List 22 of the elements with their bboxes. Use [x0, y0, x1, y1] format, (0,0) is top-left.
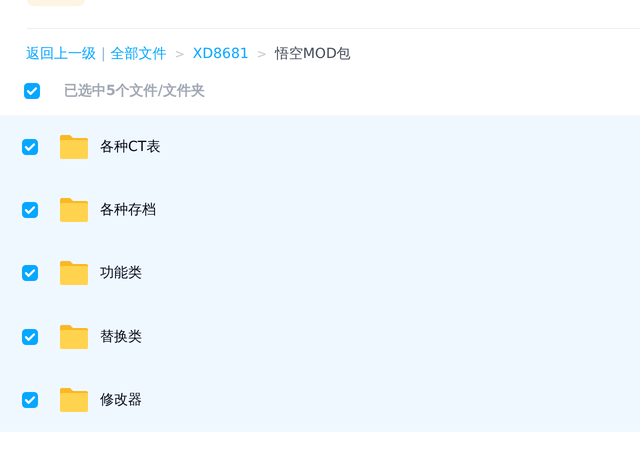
folder-name[interactable]: 功能类	[100, 264, 142, 282]
folder-name[interactable]: 替换类	[100, 328, 142, 346]
separator: |	[101, 46, 106, 62]
row-checkbox[interactable]	[22, 202, 38, 218]
selection-count: 已选中5个文件/文件夹	[64, 82, 205, 100]
folder-name[interactable]: 修改器	[100, 391, 142, 410]
row-checkbox[interactable]	[22, 265, 38, 282]
folder-icon	[59, 387, 89, 414]
folder-icon	[59, 324, 89, 350]
breadcrumb-arrow: >	[256, 47, 267, 61]
folder-icon	[59, 197, 89, 224]
breadcrumb-arrow: >	[174, 47, 185, 61]
breadcrumb-item: 悟空MOD包	[274, 45, 351, 63]
row-checkbox[interactable]	[22, 392, 38, 408]
folder-name[interactable]: 各种存档	[100, 201, 156, 220]
row-checkbox[interactable]	[22, 328, 38, 345]
folder-icon	[59, 260, 89, 286]
logo-tile	[27, 0, 85, 6]
select-all-checkbox[interactable]	[24, 83, 40, 99]
row-checkbox[interactable]	[22, 138, 38, 155]
folder-name[interactable]: 各种CT表	[100, 138, 160, 156]
folder-icon	[59, 134, 89, 160]
